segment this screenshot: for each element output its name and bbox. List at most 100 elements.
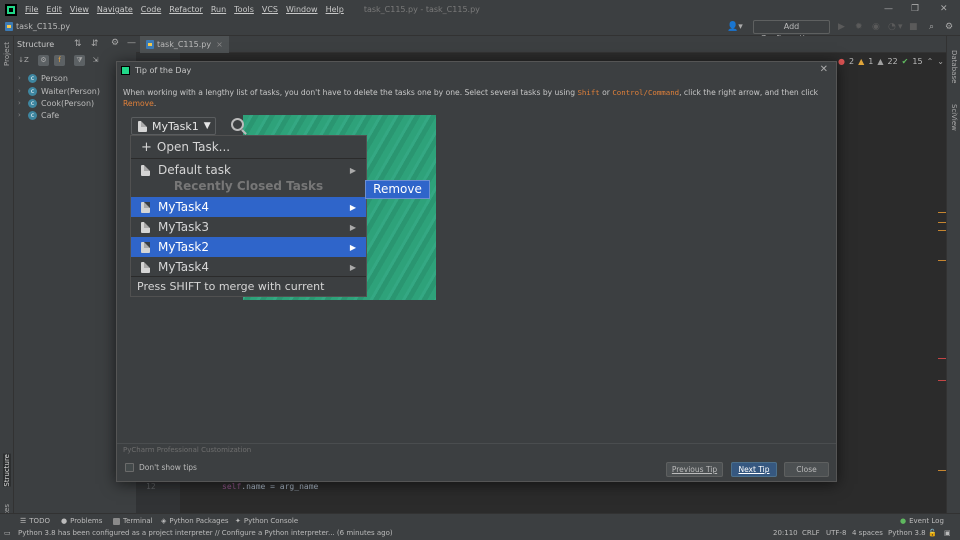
menu-run[interactable]: Run <box>211 5 226 14</box>
prev-highlight-icon[interactable]: ⌃ <box>927 57 934 66</box>
indent-setting[interactable]: 4 spaces <box>852 529 883 537</box>
interpreter[interactable]: Python 3.8 <box>888 529 926 537</box>
add-configuration-button[interactable]: Add Configuration... <box>753 20 830 43</box>
warning-marker[interactable] <box>938 212 946 213</box>
editor-tab[interactable]: task_C115.py × <box>140 36 229 53</box>
error-marker[interactable] <box>938 380 946 381</box>
dont-show-tips-checkbox[interactable] <box>125 463 134 472</box>
remove-keyword: Remove <box>123 99 154 108</box>
sciview-tool-button[interactable]: SciView <box>950 104 958 131</box>
menu-edit[interactable]: Edit <box>46 5 62 14</box>
menu-view[interactable]: View <box>70 5 89 14</box>
hide-panel-icon[interactable]: — <box>127 38 136 48</box>
menu-code[interactable]: Code <box>141 5 161 14</box>
todo-tool-button[interactable]: ☰ TODO <box>20 517 50 525</box>
dropdown-arrow-icon: ▼ <box>203 121 211 131</box>
close-button[interactable]: Close <box>784 462 829 477</box>
restore-icon[interactable]: ❐ <box>911 4 919 14</box>
user-icon[interactable]: 👤▾ <box>727 22 743 32</box>
panel-settings-icon[interactable]: ⚙ <box>111 38 119 48</box>
inspection-widget[interactable]: ● 2 ▲ 1 ▲ 22 ✔ 15 ⌃ ⌄ <box>838 57 944 66</box>
warning-marker[interactable] <box>938 222 946 223</box>
menu-navigate[interactable]: Navigate <box>97 5 133 14</box>
tree-item-label: Waiter(Person) <box>41 86 100 96</box>
file-encoding[interactable]: UTF-8 <box>826 529 846 537</box>
tree-item-person[interactable]: › c Person <box>18 72 68 84</box>
event-log-tool-button[interactable]: ● Event Log <box>900 517 944 525</box>
editor-tab-bar: task_C115.py × <box>136 36 946 53</box>
stop-icon[interactable]: ■ <box>909 22 918 32</box>
window-close-icon[interactable]: ✕ <box>940 4 948 14</box>
menu-file[interactable]: File <box>25 5 38 14</box>
settings-icon[interactable]: ⚙ <box>945 22 953 32</box>
next-tip-button[interactable]: Next Tip <box>731 462 777 477</box>
menu-vcs[interactable]: VCS <box>262 5 278 14</box>
expand-all-icon[interactable]: ⇅ <box>74 39 82 49</box>
menu-tools[interactable]: Tools <box>234 5 254 14</box>
warning-marker[interactable] <box>938 470 946 471</box>
lock-icon[interactable]: 🔓 <box>928 529 937 537</box>
menu-help[interactable]: Help <box>326 5 344 14</box>
debug-icon[interactable]: ✹ <box>855 22 863 32</box>
filter-icon[interactable]: ⧩ <box>74 55 85 66</box>
search-everywhere-icon[interactable]: ⌕ <box>929 22 934 32</box>
coverage-icon[interactable]: ◉ <box>872 22 880 32</box>
python-packages-tool-button[interactable]: ◈ Python Packages <box>161 517 229 525</box>
menu-window[interactable]: Window <box>286 5 318 14</box>
caret-position[interactable]: 20:110 <box>773 529 798 537</box>
collapse-all-icon[interactable]: ⇵ <box>91 39 99 49</box>
left-tool-stripe: Project Structure Favorites <box>0 36 14 536</box>
sort-alpha-icon[interactable]: ↓Z <box>18 55 29 66</box>
error-marker[interactable] <box>938 358 946 359</box>
default-task-label: Default task <box>158 163 231 177</box>
autoscroll-icon[interactable]: ⇲ <box>90 55 101 66</box>
terminal-tool-button[interactable]: Terminal <box>113 517 153 525</box>
previous-tip-label: Previous Tip <box>671 465 718 474</box>
chevron-right-icon[interactable]: › <box>18 111 24 119</box>
database-tool-button[interactable]: Database <box>950 50 958 83</box>
show-fields-icon[interactable]: ⚙ <box>38 55 49 66</box>
tree-item-cook[interactable]: › c Cook(Person) <box>18 97 94 109</box>
python-console-tool-button[interactable]: ✦ Python Console <box>235 517 298 525</box>
class-icon: c <box>28 98 37 108</box>
tab-close-icon[interactable]: × <box>216 40 223 49</box>
next-highlight-icon[interactable]: ⌄ <box>937 57 944 66</box>
structure-tool-button[interactable]: Structure <box>3 454 11 487</box>
status-icon[interactable]: ▭ <box>4 529 11 537</box>
problems-tool-button[interactable]: ● Problems <box>61 517 102 525</box>
window-title: task_C115.py - task_C115.py <box>363 5 480 14</box>
breadcrumb[interactable]: task_C115.py <box>5 22 70 31</box>
warning-marker[interactable] <box>938 230 946 231</box>
pycharm-logo-icon <box>5 3 17 16</box>
code-line[interactable]: self.name = arg_name <box>222 482 318 491</box>
status-message[interactable]: Python 3.8 has been configured as a proj… <box>18 529 393 537</box>
chevron-right-icon[interactable]: › <box>18 74 24 82</box>
dialog-header: Tip of the Day ✕ <box>117 62 836 79</box>
run-icon[interactable]: ▶ <box>838 22 845 32</box>
chevron-right-icon[interactable]: › <box>18 87 24 95</box>
problems-label: Problems <box>70 517 103 525</box>
dont-show-tips-option[interactable]: Don't show tips <box>125 463 197 472</box>
show-inherited-icon[interactable]: f <box>54 55 65 66</box>
warning-count: 1 <box>868 57 874 66</box>
close-icon[interactable]: ✕ <box>820 64 828 75</box>
profile-icon[interactable]: ◔ <box>888 22 896 32</box>
separator <box>131 158 366 159</box>
code-text: .name = arg_name <box>241 482 319 491</box>
warning-marker[interactable] <box>938 260 946 261</box>
dont-show-tips-label[interactable]: Don't show tips <box>139 463 197 472</box>
menu-refactor[interactable]: Refactor <box>169 5 203 14</box>
chevron-right-icon[interactable]: › <box>18 99 24 107</box>
submenu-arrow-icon: ▶ <box>349 262 356 272</box>
more-run-icon[interactable]: ▾ <box>898 22 903 32</box>
minimize-icon[interactable]: — <box>884 4 893 14</box>
line-separator[interactable]: CRLF <box>802 529 820 537</box>
tree-item-waiter[interactable]: › c Waiter(Person) <box>18 85 100 97</box>
breadcrumb-file[interactable]: task_C115.py <box>16 22 70 31</box>
project-tool-button[interactable]: Project <box>3 42 11 66</box>
class-icon: c <box>28 73 37 83</box>
previous-tip-button[interactable]: Previous Tip <box>666 462 723 477</box>
memory-indicator-icon[interactable]: ▣ <box>944 529 951 537</box>
tree-item-cafe[interactable]: › c Cafe <box>18 109 59 121</box>
todo-label: TODO <box>29 517 50 525</box>
